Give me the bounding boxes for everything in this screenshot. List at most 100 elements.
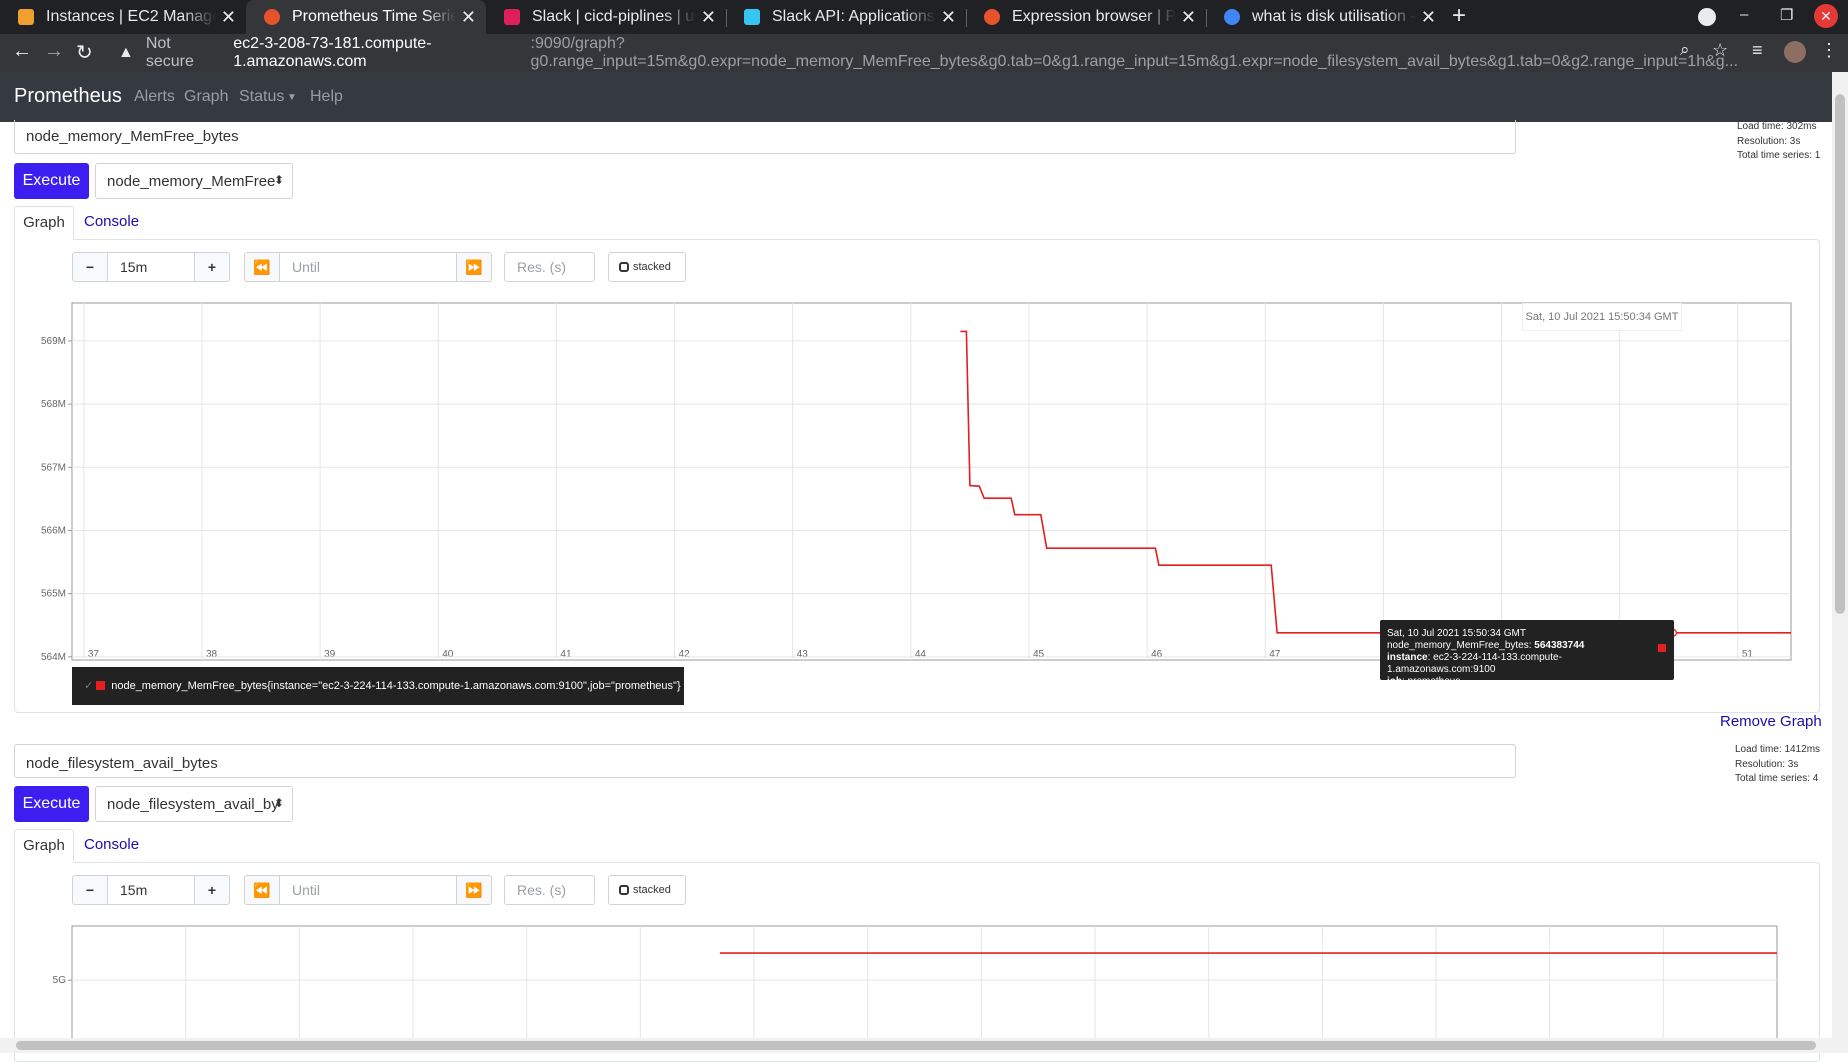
restore-icon[interactable]: ❐ bbox=[1780, 6, 1793, 24]
aws-favicon-icon bbox=[18, 9, 34, 25]
metric-select[interactable]: node_memory_MemFree ⬍ bbox=[95, 163, 293, 199]
execute-button[interactable]: Execute bbox=[14, 786, 89, 822]
series-swatch bbox=[96, 681, 106, 690]
total-time-series: Total time series: 1 bbox=[1737, 150, 1821, 161]
browser-tab-google[interactable]: what is disk utilisation - G ✕ bbox=[1206, 0, 1446, 34]
expression-input[interactable]: node_memory_MemFree_bytes bbox=[14, 120, 1516, 154]
minimize-icon[interactable]: – bbox=[1740, 6, 1748, 23]
close-tab-icon[interactable]: ✕ bbox=[941, 7, 956, 28]
remove-graph-link[interactable]: Remove Graph bbox=[1720, 713, 1822, 730]
select-arrows-icon: ⬍ bbox=[273, 173, 284, 187]
tab-graph[interactable]: Graph bbox=[14, 829, 74, 863]
close-tab-icon[interactable]: ✕ bbox=[1181, 7, 1196, 28]
tab-console[interactable]: Console bbox=[84, 206, 139, 238]
resolution: Resolution: 3s bbox=[1735, 758, 1799, 770]
stacked-toggle[interactable]: stacked bbox=[608, 252, 686, 282]
kebab-menu-icon[interactable]: ⋮ bbox=[1820, 40, 1838, 61]
tab-console[interactable]: Console bbox=[84, 829, 139, 861]
prometheus-favicon-icon bbox=[264, 9, 280, 25]
browser-tab-expression-browser[interactable]: Expression browser | Pro ✕ bbox=[966, 0, 1206, 34]
tab-search-icon[interactable] bbox=[1698, 8, 1716, 26]
resolution: Resolution: 3s bbox=[1737, 135, 1801, 147]
nav-alerts[interactable]: Alerts bbox=[134, 88, 175, 106]
slack-favicon-icon bbox=[744, 9, 760, 25]
hover-timestamp: Sat, 10 Jul 2021 15:50:34 GMT bbox=[1522, 303, 1682, 331]
x-tick-label: 46 bbox=[1151, 649, 1163, 660]
stacked-label: stacked bbox=[633, 261, 671, 273]
filesystem-avail-chart[interactable]: 4G5G bbox=[0, 915, 1810, 1038]
expression-input[interactable]: node_filesystem_avail_bytes bbox=[14, 744, 1516, 778]
zoom-icon[interactable]: ⌕ bbox=[1680, 40, 1690, 60]
scrollbar-thumb[interactable] bbox=[1835, 94, 1845, 614]
memfree-chart[interactable]: 373839404142434445464748495051564M565M56… bbox=[0, 290, 1810, 670]
close-tab-icon[interactable]: ✕ bbox=[1421, 7, 1436, 28]
y-tick-label: 566M bbox=[41, 525, 66, 536]
profile-avatar[interactable] bbox=[1784, 41, 1806, 63]
legend-label: node_memory_MemFree_bytes{instance="ec2-… bbox=[111, 680, 681, 692]
resolution-input[interactable]: Res. (s) bbox=[504, 875, 595, 905]
url-host: ec2-3-208-73-181.compute-1.amazonaws.com bbox=[233, 35, 432, 70]
range-decrease-button[interactable]: − bbox=[72, 875, 108, 905]
range-decrease-button[interactable]: − bbox=[72, 252, 108, 282]
new-tab-plus-icon[interactable]: + bbox=[1452, 2, 1466, 30]
address-bar[interactable]: ▲ Not secure ec2-3-208-73-181.compute-1.… bbox=[108, 35, 1739, 70]
tab-title: what is disk utilisation - G bbox=[1252, 8, 1416, 25]
range-input[interactable]: 15m bbox=[107, 252, 195, 282]
close-tab-icon[interactable]: ✕ bbox=[221, 7, 236, 28]
browser-tab-slack-api[interactable]: Slack API: Applications | u ✕ bbox=[726, 0, 966, 34]
tab-graph[interactable]: Graph bbox=[14, 206, 74, 240]
brand-logo[interactable]: Prometheus bbox=[14, 85, 122, 108]
forward-arrow-icon[interactable]: → bbox=[44, 40, 64, 63]
rewind-icon[interactable]: ⏪ bbox=[244, 875, 280, 905]
until-input[interactable]: Until bbox=[279, 252, 457, 282]
nav-help[interactable]: Help bbox=[310, 88, 343, 106]
close-tab-icon[interactable]: ✕ bbox=[461, 7, 476, 28]
fast-forward-icon[interactable]: ⏩ bbox=[456, 252, 492, 282]
hover-tooltip: Sat, 10 Jul 2021 15:50:34 GMT node_memor… bbox=[1380, 620, 1674, 687]
vertical-scrollbar[interactable] bbox=[1832, 72, 1848, 1053]
execute-button[interactable]: Execute bbox=[14, 163, 89, 199]
series-swatch bbox=[1658, 644, 1666, 652]
not-secure-label: Not secure bbox=[145, 35, 194, 70]
browser-tab-strip: Instances | EC2 Manageme ✕ Prometheus Ti… bbox=[0, 0, 1848, 34]
close-tab-icon[interactable]: ✕ bbox=[701, 7, 716, 28]
range-increase-button[interactable]: + bbox=[194, 252, 230, 282]
x-tick-label: 45 bbox=[1033, 649, 1045, 660]
resolution-input[interactable]: Res. (s) bbox=[504, 252, 595, 282]
reading-list-icon[interactable]: ≡ bbox=[1752, 40, 1763, 61]
scrollbar-thumb[interactable] bbox=[16, 1041, 1816, 1050]
tooltip-value: 564383744 bbox=[1534, 640, 1585, 651]
browser-tab-prometheus[interactable]: Prometheus Time Series C ✕ bbox=[246, 0, 486, 34]
check-icon: ✓ bbox=[84, 680, 94, 692]
nav-status[interactable]: Status bbox=[239, 88, 284, 106]
browser-tab-ec2[interactable]: Instances | EC2 Manageme ✕ bbox=[0, 0, 246, 34]
stacked-label: stacked bbox=[633, 884, 671, 896]
fast-forward-icon[interactable]: ⏩ bbox=[456, 875, 492, 905]
browser-tab-slack-cicd[interactable]: Slack | cicd-piplines | udac ✕ bbox=[486, 0, 726, 34]
load-time: Load time: 302ms bbox=[1737, 121, 1817, 132]
until-input[interactable]: Until bbox=[279, 875, 457, 905]
rewind-icon[interactable]: ⏪ bbox=[244, 252, 280, 282]
tab-title: Expression browser | Pro bbox=[1012, 8, 1176, 25]
metric-select[interactable]: node_filesystem_avail_by ⬍ bbox=[95, 786, 293, 822]
series-legend[interactable]: ✓ node_memory_MemFree_bytes{instance="ec2… bbox=[72, 667, 684, 705]
tab-title: Slack | cicd-piplines | udac bbox=[532, 8, 696, 25]
horizontal-scrollbar[interactable] bbox=[0, 1038, 1832, 1053]
reload-icon[interactable]: ↻ bbox=[76, 40, 93, 65]
url-path: :9090/graph?g0.range_input=15m&g0.expr=n… bbox=[530, 35, 1739, 70]
checkbox-icon bbox=[619, 262, 629, 272]
range-increase-button[interactable]: + bbox=[194, 875, 230, 905]
x-tick-label: 39 bbox=[324, 649, 336, 660]
browser-toolbar: ← → ↻ ▲ Not secure ec2-3-208-73-181.comp… bbox=[0, 34, 1848, 72]
nav-graph[interactable]: Graph bbox=[184, 88, 228, 106]
close-window-icon[interactable]: ✕ bbox=[1814, 4, 1838, 28]
google-favicon-icon bbox=[1224, 9, 1240, 25]
tab-title: Instances | EC2 Manageme bbox=[46, 8, 216, 25]
range-input[interactable]: 15m bbox=[107, 875, 195, 905]
checkbox-icon bbox=[619, 885, 629, 895]
x-tick-label: 42 bbox=[679, 649, 691, 660]
bookmark-star-icon[interactable]: ☆ bbox=[1712, 40, 1728, 61]
stacked-toggle[interactable]: stacked bbox=[608, 875, 686, 905]
x-tick-label: 41 bbox=[560, 649, 572, 660]
back-arrow-icon[interactable]: ← bbox=[12, 40, 32, 63]
